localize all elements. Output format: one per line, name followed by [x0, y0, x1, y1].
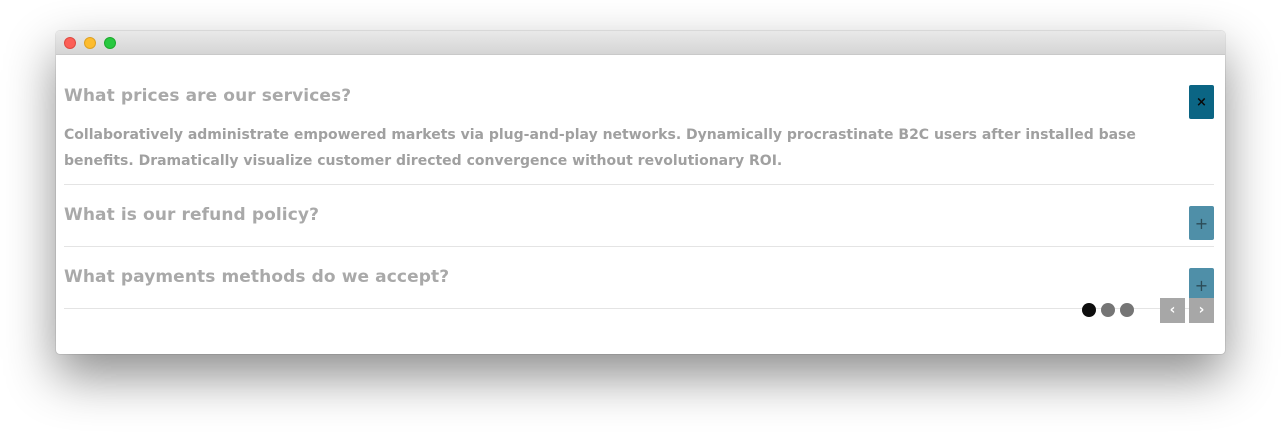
prev-page-button[interactable]: ‹	[1160, 297, 1185, 323]
page-dot-3[interactable]	[1120, 303, 1134, 317]
window-close-button[interactable]	[64, 37, 76, 49]
window-maximize-button[interactable]	[104, 37, 116, 49]
next-page-button[interactable]: ›	[1189, 297, 1214, 323]
page-dot-2[interactable]	[1101, 303, 1115, 317]
chevron-right-icon: ›	[1198, 302, 1205, 318]
close-icon: ×	[1196, 94, 1207, 110]
faq-answer: Collaboratively administrate empowered m…	[64, 127, 1136, 169]
window-minimize-button[interactable]	[84, 37, 96, 49]
plus-icon: +	[1194, 213, 1209, 233]
faq-question[interactable]: What is our refund policy?	[64, 205, 319, 225]
chevron-left-icon: ‹	[1169, 302, 1176, 318]
window-titlebar	[56, 31, 1225, 55]
faq-accordion: What prices are our services? × Collabor…	[64, 55, 1214, 309]
collapse-button[interactable]: ×	[1189, 85, 1214, 119]
faq-item-payments: What payments methods do we accept? +	[64, 247, 1214, 309]
expand-button[interactable]: +	[1189, 206, 1214, 240]
faq-item-prices: What prices are our services? × Collabor…	[64, 55, 1214, 185]
plus-icon: +	[1194, 275, 1209, 295]
app-window: What prices are our services? × Collabor…	[56, 31, 1225, 354]
faq-item-refund: What is our refund policy? +	[64, 185, 1214, 247]
faq-question[interactable]: What payments methods do we accept?	[64, 267, 449, 287]
faq-question[interactable]: What prices are our services?	[64, 86, 351, 106]
page-dot-1[interactable]	[1082, 303, 1096, 317]
pagination: ‹ ›	[1077, 297, 1214, 323]
